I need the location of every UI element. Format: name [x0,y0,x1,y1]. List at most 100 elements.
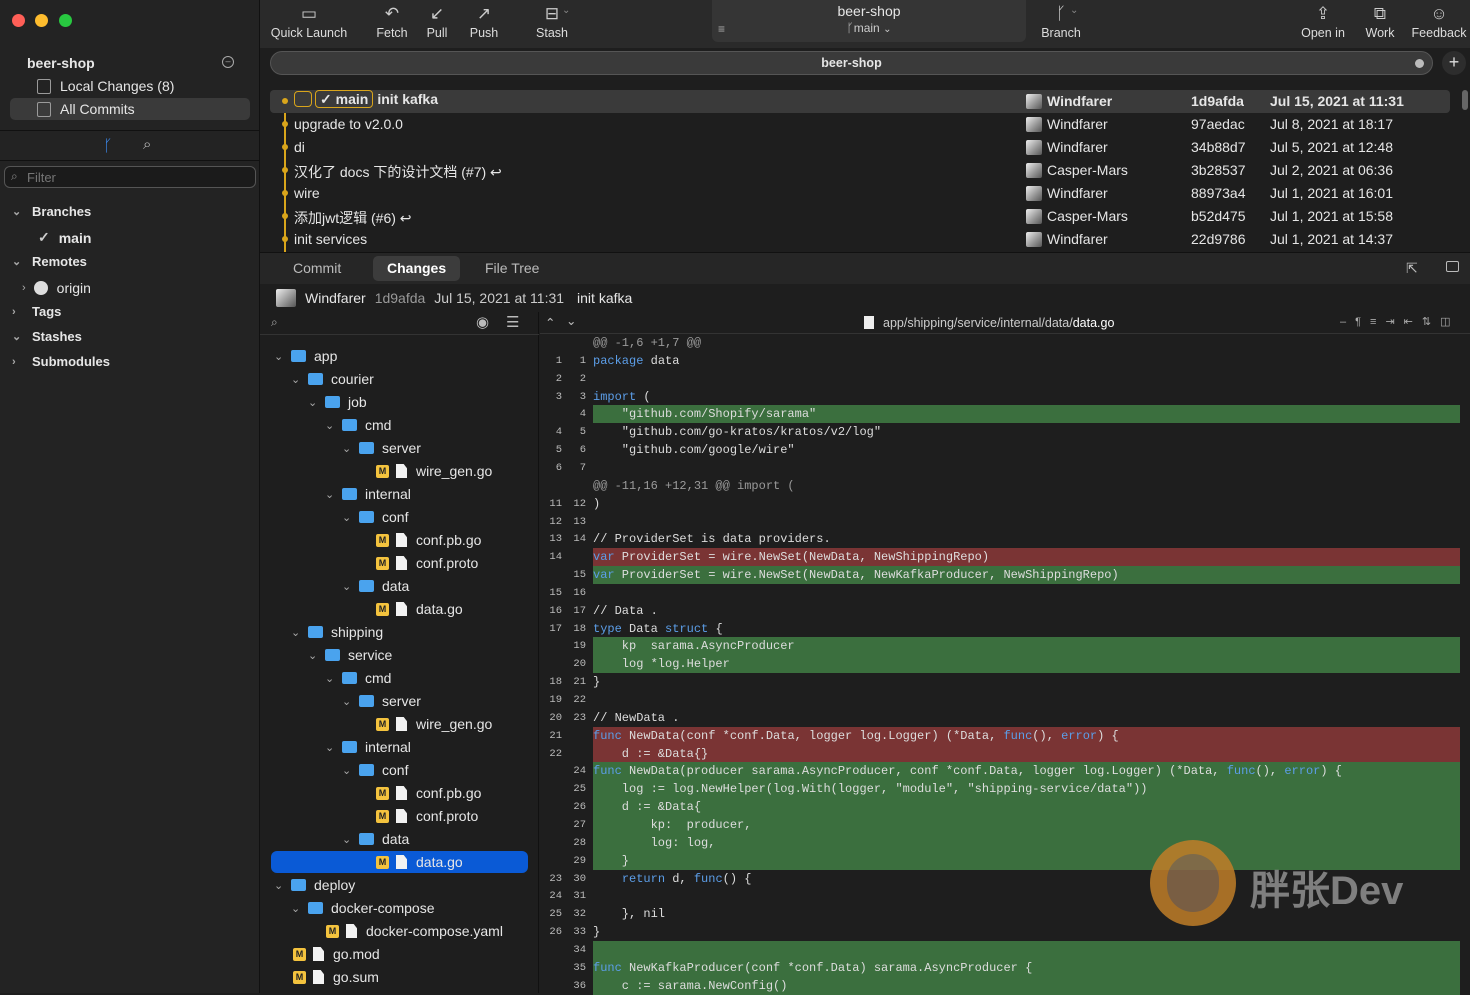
file-item[interactable]: Mdocker-compose.yaml [326,920,503,942]
tab-commit[interactable]: Commit [279,256,355,281]
toolbar-label: Work [1365,26,1395,40]
search-icon[interactable]: ⌕ [271,315,278,330]
folder-item[interactable]: ⌄ job [308,391,367,413]
section-branches[interactable]: ⌄ Branches [12,204,91,219]
tree-label: data [382,578,410,594]
graph-node [282,190,288,196]
file-item[interactable]: Mconf.proto [376,552,478,574]
file-item[interactable]: Mgo.sum [293,966,379,988]
section-submodules[interactable]: › Submodules [12,354,110,369]
repo-options-icon[interactable]: – [222,56,234,68]
repo-title[interactable]: beer-shop [27,55,95,71]
fetch-button[interactable]: ↶ Fetch [374,4,410,40]
branch-item-main[interactable]: ✓ main [38,229,91,246]
chevron-down-icon: ⌄ [342,511,352,524]
commit-row[interactable]: wire Windfarer 88973a4 Jul 1, 2021 at 16:01 [270,182,1450,205]
chevron-down-icon[interactable]: ⌄ [1070,5,1078,16]
folder-item[interactable]: ⌄ server [342,690,421,712]
scrollbar[interactable] [1462,90,1468,110]
close-window-button[interactable] [12,14,25,27]
folder-item[interactable]: ⌄ data [342,828,409,850]
modified-badge: M [293,947,306,961]
tree-label: data.go [416,854,463,870]
file-item[interactable]: Mconf.proto [376,805,478,827]
commit-row[interactable]: upgrade to v2.0.0 Windfarer 97aedac Jul 8, … [270,113,1450,136]
folder-item[interactable]: ⌄ internal [325,483,411,505]
old-line-number: 1 [555,354,562,367]
folder-icon [359,580,374,592]
fetch-icon: ↶ [384,4,400,23]
folder-item[interactable]: ⌄ service [308,644,392,666]
repo-path-bar[interactable]: beer-shop [270,51,1433,75]
file-item[interactable]: Mwire_gen.go [376,460,492,482]
zoom-window-button[interactable] [59,14,72,27]
commit-info: Windfarer 1d9afda Jul 15, 2021 at 11:31 … [276,289,632,307]
tree-label: deploy [314,877,356,893]
repo-switcher[interactable]: beer-shop ᚴmain ⌄ ≡ [712,0,1026,42]
commit-hash: b52d475 [1191,208,1246,224]
folder-item[interactable]: ⌄ app [274,345,337,367]
folder-item[interactable]: ⌄ deploy [274,874,355,896]
list-icon[interactable]: ☰ [506,313,519,331]
file-item[interactable]: Mwire_gen.go [376,713,492,735]
sidebar-item-all-commits[interactable]: All Commits [10,98,250,120]
commit-row[interactable]: 添加jwt逻辑 (#6) ↩ Casper-Mars b52d475 Jul 1, 2… [270,205,1450,228]
chevron-down-icon: ⌄ [12,256,22,268]
folder-icon [291,350,306,362]
folder-item[interactable]: ⌄ data [342,575,409,597]
minimize-window-button[interactable] [35,14,48,27]
folder-item[interactable]: ⌄ conf [342,506,408,528]
quick-launch-button[interactable]: ▭ Quick Launch [270,4,348,40]
commit-hash: 34b88d7 [1191,139,1246,155]
file-item[interactable]: Mconf.pb.go [376,529,481,551]
work-button[interactable]: ⧉ Work [1362,4,1398,40]
folder-item[interactable]: ⌄ internal [325,736,411,758]
add-tab-button[interactable]: + [1442,51,1466,75]
file-item[interactable]: Mdata.go [376,598,463,620]
chevron-down-icon[interactable]: ⌄ [562,5,570,16]
chevron-down-icon: ⌄ [325,488,335,501]
section-tags[interactable]: › Tags [12,304,61,319]
folder-item[interactable]: ⌄ conf [342,759,408,781]
commit-row[interactable]: init services Windfarer 22d9786 Jul 1, 2021… [270,228,1450,251]
commit-row[interactable]: ✓ main init kafka Windfarer 1d9afda Jul 15, … [270,90,1450,113]
file-item[interactable]: Mgo.mod [293,943,380,965]
tab-file-tree[interactable]: File Tree [471,256,553,281]
eye-icon[interactable]: ◉ [476,313,489,331]
commit-row[interactable]: 汉化了 docs 下的设计文档 (#7) ↩ Casper-Mars 3b28537… [270,159,1450,182]
folder-item[interactable]: ⌄ server [342,437,421,459]
folder-item[interactable]: ⌄ cmd [325,667,391,689]
feedback-button[interactable]: ☺ Feedback [1410,4,1468,40]
diff-options-icons[interactable]: –¶≡⇥⇤⇅◫ [1340,315,1460,328]
filter-input[interactable] [4,166,256,188]
folder-item[interactable]: ⌄ courier [291,368,374,390]
branch-view-icon[interactable]: ᚴ [103,138,113,156]
remote-item-origin[interactable]: › origin [22,280,91,296]
folder-item[interactable]: ⌄ shipping [291,621,383,643]
push-button[interactable]: ↗ Push [466,4,502,40]
diff-line: 22 d := &Data{} [540,744,1460,763]
search-icon[interactable]: ⌕ [143,136,151,153]
section-stashes[interactable]: ⌄ Stashes [12,329,82,344]
folder-item[interactable]: ⌄ cmd [325,414,391,436]
tab-changes[interactable]: Changes [373,256,461,281]
folder-item[interactable]: ⌄ docker-compose [291,897,435,919]
file-item[interactable]: Mdata.go [271,851,528,873]
commit-hash: 22d9786 [1191,231,1246,247]
chevron-down-icon[interactable]: ⌄ [566,313,576,328]
sidebar-item-local-changes[interactable]: Local Changes (8) [10,75,250,97]
external-link-icon[interactable]: ⇱ [1406,260,1418,277]
diff-line: 18 21} [540,673,1460,691]
open-in-button[interactable]: ⇪ Open in [1300,4,1346,40]
file-item[interactable]: Mconf.pb.go [376,782,481,804]
code-text: log := log.NewHelper(log.With(logger, "m… [593,780,1460,799]
panel-toggle-icon[interactable] [1446,261,1459,272]
pull-button[interactable]: ↙ Pull [420,4,454,40]
chevron-up-icon[interactable]: ⌃ [545,315,555,330]
code-text: ) [593,496,601,511]
commit-row[interactable]: di Windfarer 34b88d7 Jul 5, 2021 at 12:48 [270,136,1450,159]
windows-icon: ⧉ [1373,4,1387,23]
tree-label: app [314,348,338,364]
diff-line: 20 23 // NewData . [540,709,1460,727]
section-remotes[interactable]: ⌄ Remotes [12,254,87,269]
